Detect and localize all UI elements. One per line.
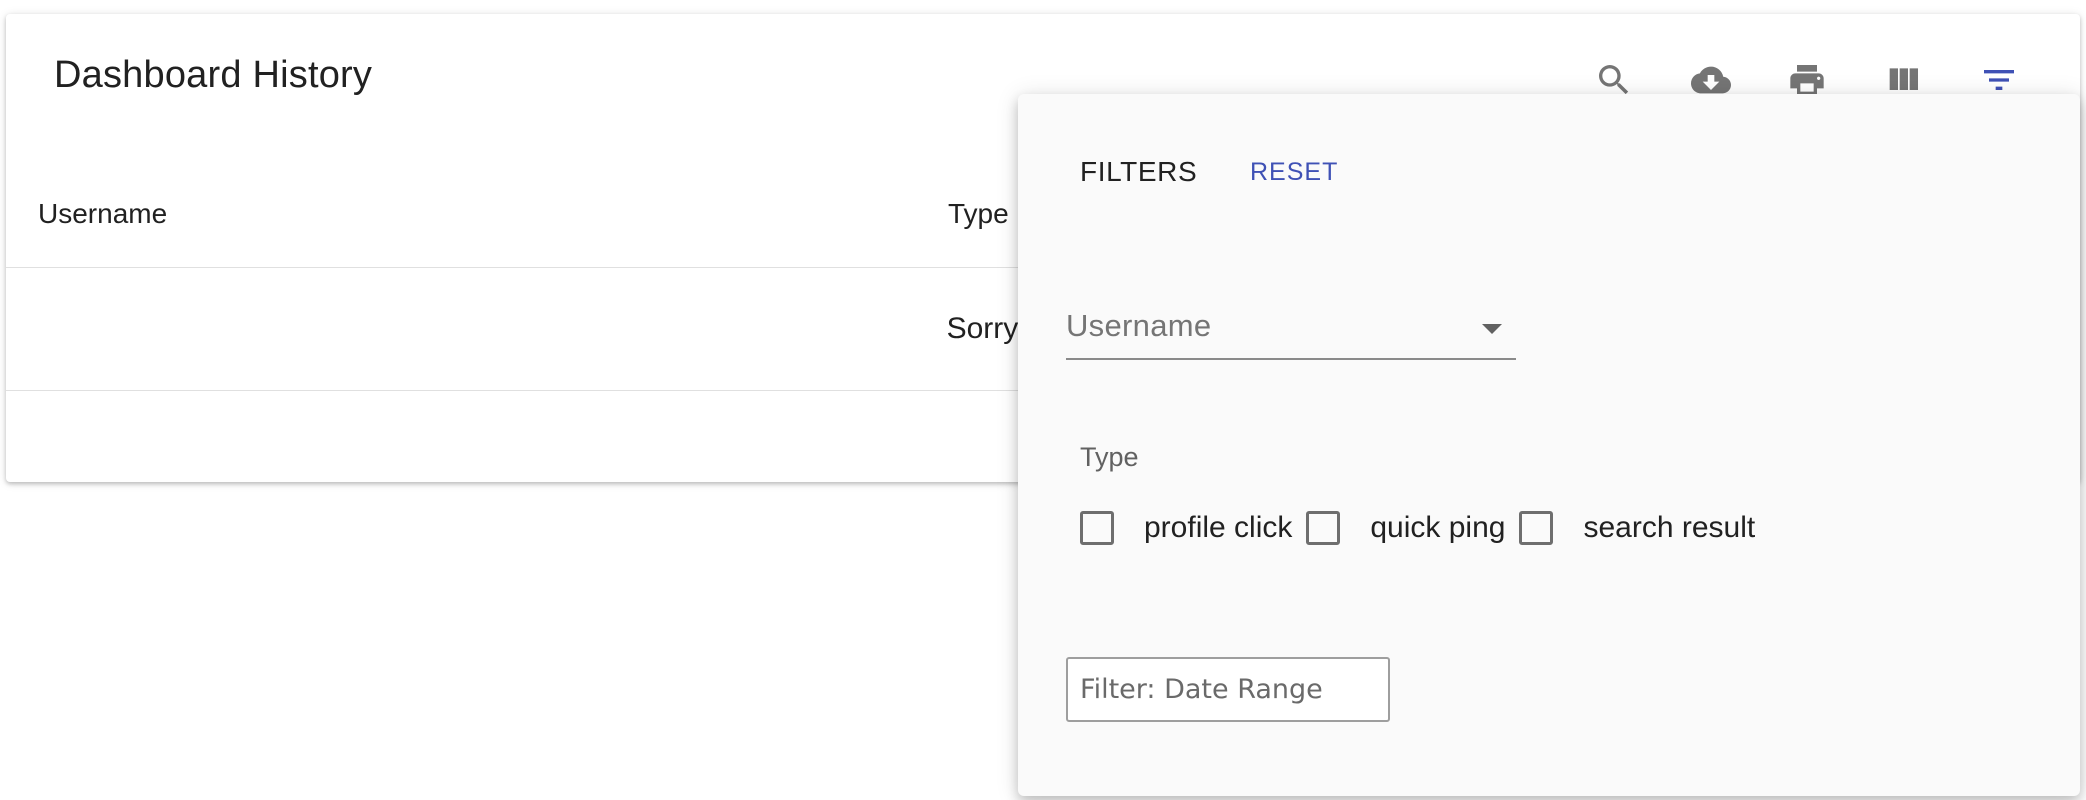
reset-filters-button[interactable]: RESET bbox=[1250, 158, 1338, 187]
checkbox-label-quick-ping: quick ping bbox=[1370, 511, 1506, 544]
filters-title: FILTERS bbox=[1080, 156, 1198, 187]
checkbox-label-search-result: search result bbox=[1583, 511, 1756, 544]
column-header-username[interactable]: Username bbox=[38, 198, 167, 230]
checkbox-label-profile-click: profile click bbox=[1144, 511, 1293, 544]
type-filter-label: Type bbox=[1080, 442, 1139, 472]
column-header-type[interactable]: Type bbox=[948, 198, 1009, 230]
username-filter-select[interactable]: Username bbox=[1066, 302, 1516, 360]
dropdown-arrow-icon bbox=[1482, 324, 1502, 334]
checkbox-quick-ping[interactable] bbox=[1306, 511, 1341, 545]
checkbox-search-result[interactable] bbox=[1519, 511, 1554, 545]
filter-popover: FILTERS RESET Username Type profile clic… bbox=[1018, 94, 2080, 796]
date-range-filter-input[interactable] bbox=[1066, 657, 1390, 722]
type-filter-options: profile click quick ping search result bbox=[1080, 504, 1755, 552]
username-select-label: Username bbox=[1066, 308, 1212, 343]
checkbox-profile-click[interactable] bbox=[1080, 511, 1114, 545]
page-title: Dashboard History bbox=[54, 54, 373, 96]
